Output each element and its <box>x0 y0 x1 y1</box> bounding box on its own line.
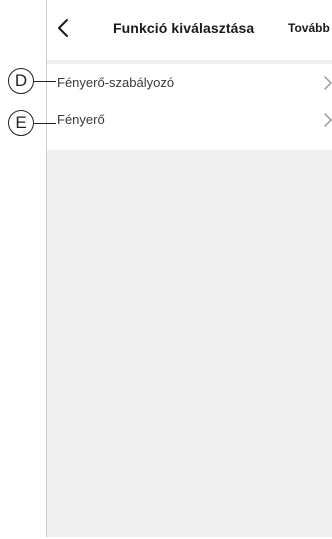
list-item-label: Fényerő-szabályozó <box>57 75 175 90</box>
back-button[interactable] <box>55 17 75 39</box>
page-title: Funkció kiválasztása <box>113 20 255 36</box>
callout-leader-line <box>34 81 56 82</box>
callout-marker-d: D <box>8 68 34 94</box>
top-bar: Funkció kiválasztása Tovább <box>47 0 332 60</box>
chevron-right-icon <box>324 76 332 90</box>
page: Funkció kiválasztása Tovább Fényerő-szab… <box>0 0 332 539</box>
function-list: Fényerő-szabályozó Fényerő <box>47 64 332 150</box>
phone-screen: Funkció kiválasztása Tovább Fényerő-szab… <box>46 0 332 537</box>
chevron-left-icon <box>58 19 68 37</box>
list-item-dimmer[interactable]: Fényerő-szabályozó <box>47 65 332 101</box>
chevron-right-icon <box>324 113 332 127</box>
callout-leader-line <box>34 123 56 124</box>
next-button[interactable]: Tovább <box>288 21 330 35</box>
list-item-brightness[interactable]: Fényerő <box>47 102 332 138</box>
callout-marker-e: E <box>8 110 34 136</box>
list-item-label: Fényerő <box>57 112 105 127</box>
